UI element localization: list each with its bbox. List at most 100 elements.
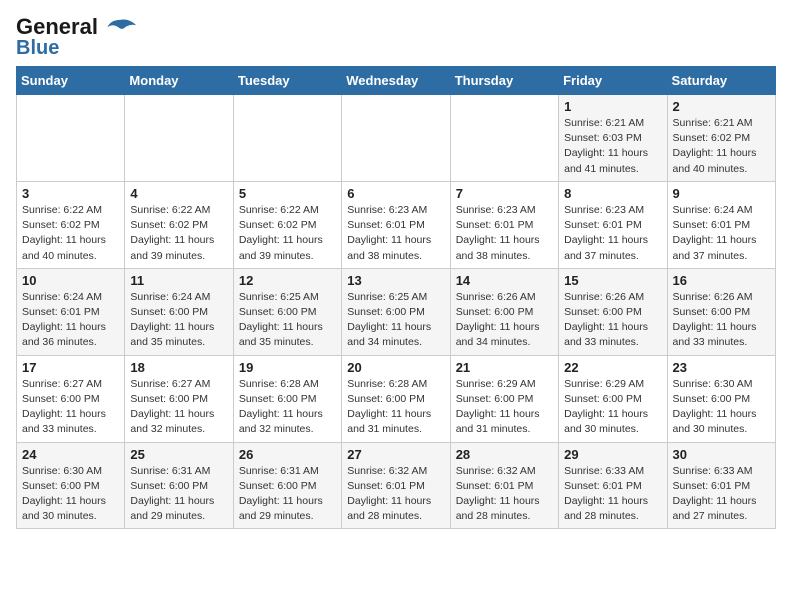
calendar-week-row: 1 Sunrise: 6:21 AM Sunset: 6:03 PM Daylig…: [17, 95, 776, 182]
calendar-cell: 13 Sunrise: 6:25 AM Sunset: 6:00 PM Dayli…: [342, 268, 450, 355]
day-number: 20: [347, 360, 444, 375]
weekday-header-saturday: Saturday: [667, 67, 775, 95]
weekday-header-wednesday: Wednesday: [342, 67, 450, 95]
day-info: Sunrise: 6:30 AM Sunset: 6:00 PM Dayligh…: [673, 377, 770, 438]
day-number: 24: [22, 447, 119, 462]
calendar-cell: 11 Sunrise: 6:24 AM Sunset: 6:00 PM Dayli…: [125, 268, 233, 355]
day-info: Sunrise: 6:32 AM Sunset: 6:01 PM Dayligh…: [456, 464, 553, 525]
calendar-cell: 20 Sunrise: 6:28 AM Sunset: 6:00 PM Dayli…: [342, 355, 450, 442]
day-number: 4: [130, 186, 227, 201]
calendar-cell: 19 Sunrise: 6:28 AM Sunset: 6:00 PM Dayli…: [233, 355, 341, 442]
calendar-week-row: 24 Sunrise: 6:30 AM Sunset: 6:00 PM Dayli…: [17, 442, 776, 529]
day-info: Sunrise: 6:22 AM Sunset: 6:02 PM Dayligh…: [22, 203, 119, 264]
day-info: Sunrise: 6:23 AM Sunset: 6:01 PM Dayligh…: [456, 203, 553, 264]
day-number: 25: [130, 447, 227, 462]
day-info: Sunrise: 6:28 AM Sunset: 6:00 PM Dayligh…: [347, 377, 444, 438]
logo-text: General: [16, 16, 98, 38]
day-info: Sunrise: 6:30 AM Sunset: 6:00 PM Dayligh…: [22, 464, 119, 525]
calendar-week-row: 10Sunrise: 6:24 AM Sunset: 6:01 PM Dayli…: [17, 268, 776, 355]
logo: General Blue: [16, 16, 138, 58]
day-number: 9: [673, 186, 770, 201]
day-info: Sunrise: 6:24 AM Sunset: 6:01 PM Dayligh…: [22, 290, 119, 351]
day-info: Sunrise: 6:24 AM Sunset: 6:00 PM Dayligh…: [130, 290, 227, 351]
day-number: 18: [130, 360, 227, 375]
day-number: 22: [564, 360, 661, 375]
day-info: Sunrise: 6:21 AM Sunset: 6:03 PM Dayligh…: [564, 116, 661, 177]
day-number: 3: [22, 186, 119, 201]
calendar-cell: 14 Sunrise: 6:26 AM Sunset: 6:00 PM Dayli…: [450, 268, 558, 355]
day-number: 13: [347, 273, 444, 288]
calendar-cell: 10Sunrise: 6:24 AM Sunset: 6:01 PM Dayli…: [17, 268, 125, 355]
day-info: Sunrise: 6:26 AM Sunset: 6:00 PM Dayligh…: [673, 290, 770, 351]
day-info: Sunrise: 6:25 AM Sunset: 6:00 PM Dayligh…: [239, 290, 336, 351]
calendar-cell: 29 Sunrise: 6:33 AM Sunset: 6:01 PM Dayli…: [559, 442, 667, 529]
day-info: Sunrise: 6:25 AM Sunset: 6:00 PM Dayligh…: [347, 290, 444, 351]
calendar-cell: 4Sunrise: 6:22 AM Sunset: 6:02 PM Daylig…: [125, 181, 233, 268]
weekday-header-sunday: Sunday: [17, 67, 125, 95]
day-number: 19: [239, 360, 336, 375]
day-number: 29: [564, 447, 661, 462]
day-number: 28: [456, 447, 553, 462]
calendar-cell: 22 Sunrise: 6:29 AM Sunset: 6:00 PM Dayli…: [559, 355, 667, 442]
calendar-cell: [450, 95, 558, 182]
day-info: Sunrise: 6:29 AM Sunset: 6:00 PM Dayligh…: [456, 377, 553, 438]
calendar-cell: 16 Sunrise: 6:26 AM Sunset: 6:00 PM Dayli…: [667, 268, 775, 355]
day-info: Sunrise: 6:27 AM Sunset: 6:00 PM Dayligh…: [22, 377, 119, 438]
calendar-cell: 12Sunrise: 6:25 AM Sunset: 6:00 PM Dayli…: [233, 268, 341, 355]
day-info: Sunrise: 6:32 AM Sunset: 6:01 PM Dayligh…: [347, 464, 444, 525]
logo-bird-icon: [102, 18, 138, 38]
day-number: 2: [673, 99, 770, 114]
day-number: 23: [673, 360, 770, 375]
calendar-cell: [233, 95, 341, 182]
calendar-cell: 28 Sunrise: 6:32 AM Sunset: 6:01 PM Dayli…: [450, 442, 558, 529]
calendar-cell: 25 Sunrise: 6:31 AM Sunset: 6:00 PM Dayli…: [125, 442, 233, 529]
day-number: 16: [673, 273, 770, 288]
calendar-cell: 7 Sunrise: 6:23 AM Sunset: 6:01 PM Daylig…: [450, 181, 558, 268]
day-info: Sunrise: 6:26 AM Sunset: 6:00 PM Dayligh…: [564, 290, 661, 351]
weekday-header-monday: Monday: [125, 67, 233, 95]
day-number: 11: [130, 273, 227, 288]
page-header: General Blue: [16, 16, 776, 58]
day-info: Sunrise: 6:21 AM Sunset: 6:02 PM Dayligh…: [673, 116, 770, 177]
day-number: 6: [347, 186, 444, 201]
day-info: Sunrise: 6:26 AM Sunset: 6:00 PM Dayligh…: [456, 290, 553, 351]
calendar-cell: 2 Sunrise: 6:21 AM Sunset: 6:02 PM Daylig…: [667, 95, 775, 182]
day-info: Sunrise: 6:31 AM Sunset: 6:00 PM Dayligh…: [130, 464, 227, 525]
day-info: Sunrise: 6:33 AM Sunset: 6:01 PM Dayligh…: [673, 464, 770, 525]
calendar-table: SundayMondayTuesdayWednesdayThursdayFrid…: [16, 66, 776, 529]
calendar-cell: [17, 95, 125, 182]
calendar-cell: 17Sunrise: 6:27 AM Sunset: 6:00 PM Dayli…: [17, 355, 125, 442]
day-number: 27: [347, 447, 444, 462]
day-number: 8: [564, 186, 661, 201]
day-info: Sunrise: 6:33 AM Sunset: 6:01 PM Dayligh…: [564, 464, 661, 525]
day-number: 30: [673, 447, 770, 462]
calendar-cell: 23 Sunrise: 6:30 AM Sunset: 6:00 PM Dayli…: [667, 355, 775, 442]
calendar-cell: 30 Sunrise: 6:33 AM Sunset: 6:01 PM Dayli…: [667, 442, 775, 529]
day-number: 7: [456, 186, 553, 201]
calendar-cell: [342, 95, 450, 182]
weekday-header-thursday: Thursday: [450, 67, 558, 95]
day-info: Sunrise: 6:29 AM Sunset: 6:00 PM Dayligh…: [564, 377, 661, 438]
day-info: Sunrise: 6:23 AM Sunset: 6:01 PM Dayligh…: [564, 203, 661, 264]
day-info: Sunrise: 6:23 AM Sunset: 6:01 PM Dayligh…: [347, 203, 444, 264]
calendar-cell: 8 Sunrise: 6:23 AM Sunset: 6:01 PM Daylig…: [559, 181, 667, 268]
calendar-week-row: 3 Sunrise: 6:22 AM Sunset: 6:02 PM Daylig…: [17, 181, 776, 268]
day-number: 5: [239, 186, 336, 201]
calendar-cell: 26 Sunrise: 6:31 AM Sunset: 6:00 PM Dayli…: [233, 442, 341, 529]
calendar-header-row: SundayMondayTuesdayWednesdayThursdayFrid…: [17, 67, 776, 95]
logo-blue: Blue: [16, 38, 59, 58]
day-info: Sunrise: 6:24 AM Sunset: 6:01 PM Dayligh…: [673, 203, 770, 264]
day-number: 14: [456, 273, 553, 288]
day-number: 1: [564, 99, 661, 114]
day-number: 26: [239, 447, 336, 462]
calendar-cell: 18 Sunrise: 6:27 AM Sunset: 6:00 PM Dayli…: [125, 355, 233, 442]
day-info: Sunrise: 6:31 AM Sunset: 6:00 PM Dayligh…: [239, 464, 336, 525]
day-info: Sunrise: 6:27 AM Sunset: 6:00 PM Dayligh…: [130, 377, 227, 438]
calendar-cell: 1 Sunrise: 6:21 AM Sunset: 6:03 PM Daylig…: [559, 95, 667, 182]
calendar-cell: [125, 95, 233, 182]
logo-general: General: [16, 14, 98, 39]
calendar-cell: 9 Sunrise: 6:24 AM Sunset: 6:01 PM Daylig…: [667, 181, 775, 268]
weekday-header-tuesday: Tuesday: [233, 67, 341, 95]
day-info: Sunrise: 6:22 AM Sunset: 6:02 PM Dayligh…: [239, 203, 336, 264]
day-info: Sunrise: 6:28 AM Sunset: 6:00 PM Dayligh…: [239, 377, 336, 438]
